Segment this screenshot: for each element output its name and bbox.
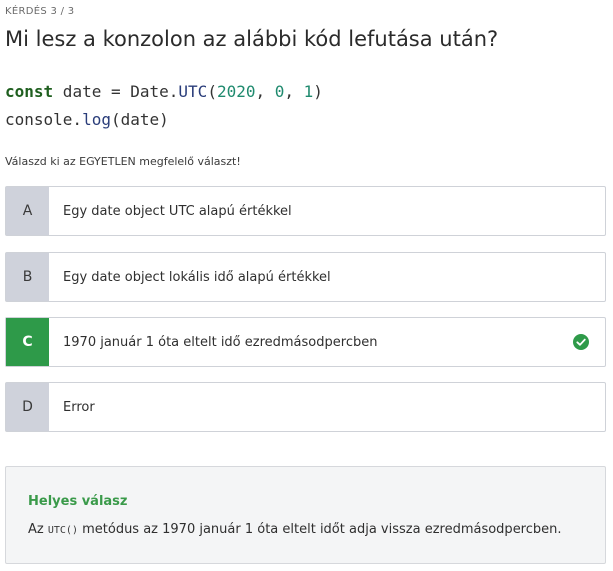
answer-option-d[interactable]: D Error [5, 382, 606, 432]
option-letter: C [6, 318, 49, 366]
code-object: console. [5, 110, 83, 129]
option-text: Egy date object lokális idő alapú értékk… [63, 269, 331, 285]
code-separator: , [255, 82, 275, 101]
answer-option-c[interactable]: C 1970 január 1 óta eltelt idő ezredmáso… [5, 317, 606, 367]
code-text: date = Date. [53, 82, 179, 101]
code-keyword: const [5, 82, 54, 101]
check-circle-icon [573, 334, 589, 350]
answer-option-a[interactable]: A Egy date object UTC alapú értékkel [5, 186, 606, 236]
option-letter: B [6, 253, 49, 301]
code-arg-year: 2020 [216, 82, 256, 101]
explanation-text: Az UTC() metódus az 1970 január 1 óta el… [28, 522, 562, 537]
option-letter: D [6, 383, 49, 431]
explanation-suffix: metódus az 1970 január 1 óta eltelt időt… [77, 522, 562, 537]
question-title: Mi lesz a konzolon az alábbi kód lefutás… [5, 27, 499, 51]
code-line-1: const date = Date.UTC(2020, 0, 1) [5, 78, 323, 106]
explanation-title: Helyes válasz [28, 494, 128, 509]
answer-option-b[interactable]: B Egy date object lokális idő alapú érté… [5, 252, 606, 302]
option-text: Egy date object UTC alapú értékkel [63, 203, 292, 219]
code-block: const date = Date.UTC(2020, 0, 1) console… [5, 78, 323, 134]
code-separator: , [284, 82, 304, 101]
code-method: log [82, 110, 111, 129]
explanation-prefix: Az [28, 522, 48, 537]
option-letter: A [6, 187, 49, 235]
code-paren-close: ) [313, 82, 323, 101]
option-text: 1970 január 1 óta eltelt idő ezredmásodp… [63, 334, 378, 350]
code-args: (date) [110, 110, 169, 129]
code-line-2: console.log(date) [5, 106, 323, 134]
question-counter: KÉRDÉS 3 / 3 [5, 6, 75, 17]
code-arg-day: 1 [303, 82, 314, 101]
code-paren-open: ( [207, 82, 217, 101]
instruction-text: Válaszd ki az EGYETLEN megfelelő választ… [5, 155, 241, 168]
code-method: UTC [178, 82, 208, 101]
answer-options: A Egy date object UTC alapú értékkel B E… [5, 186, 606, 447]
explanation-inline-code: UTC() [47, 525, 78, 536]
option-text: Error [63, 399, 95, 415]
explanation-panel: Helyes válasz Az UTC() metódus az 1970 j… [5, 466, 606, 564]
code-arg-month: 0 [274, 82, 285, 101]
